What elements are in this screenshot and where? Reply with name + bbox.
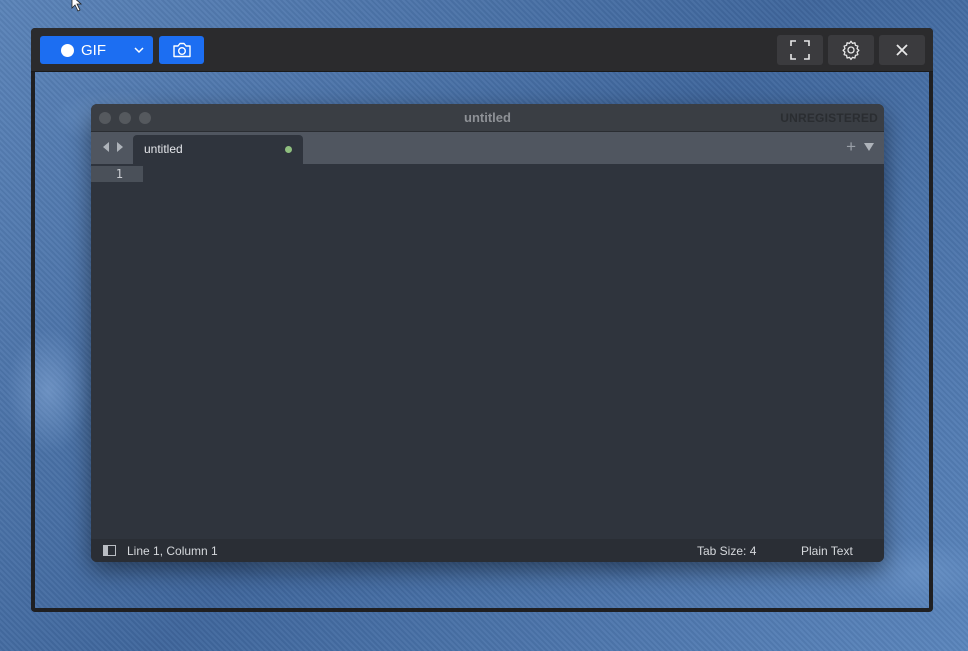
unsaved-dot-icon[interactable] [285,146,292,153]
chevron-down-icon[interactable] [133,44,145,56]
cursor-position[interactable]: Line 1, Column 1 [127,544,218,558]
recorder-toolbar: GIF [31,28,933,72]
tab-untitled[interactable]: untitled [133,135,303,164]
tab-nav-arrows-icon[interactable] [101,141,125,153]
syntax-selector[interactable]: Plain Text [801,544,853,558]
status-bar: Line 1, Column 1 Tab Size: 4 Plain Text [91,539,884,562]
record-dot-icon [61,43,74,57]
text-editor-area[interactable]: 1 [91,164,884,539]
close-button[interactable] [879,35,925,65]
tab-size-selector[interactable]: Tab Size: 4 [697,544,756,558]
tab-label: untitled [144,142,183,156]
tab-menu-icon[interactable] [864,143,874,151]
screenshot-button[interactable] [159,36,204,64]
fullscreen-icon [790,40,810,60]
window-title: untitled [464,110,511,125]
new-tab-button[interactable]: + [846,138,856,155]
record-gif-button[interactable]: GIF [40,36,153,64]
editor-window: untitled UNREGISTERED untitled + 1 Line … [91,104,884,562]
fullscreen-button[interactable] [777,35,823,65]
gif-label: GIF [81,41,106,59]
tab-bar: untitled + [91,132,884,164]
window-titlebar[interactable]: untitled UNREGISTERED [91,104,884,132]
gear-icon [842,40,860,61]
unregistered-label: UNREGISTERED [780,111,878,125]
sidebar-toggle-icon[interactable] [103,545,116,556]
settings-button[interactable] [828,35,874,65]
line-number: 1 [115,167,123,181]
mouse-cursor-icon [71,0,83,12]
camera-icon [172,42,191,58]
close-icon [896,44,908,56]
